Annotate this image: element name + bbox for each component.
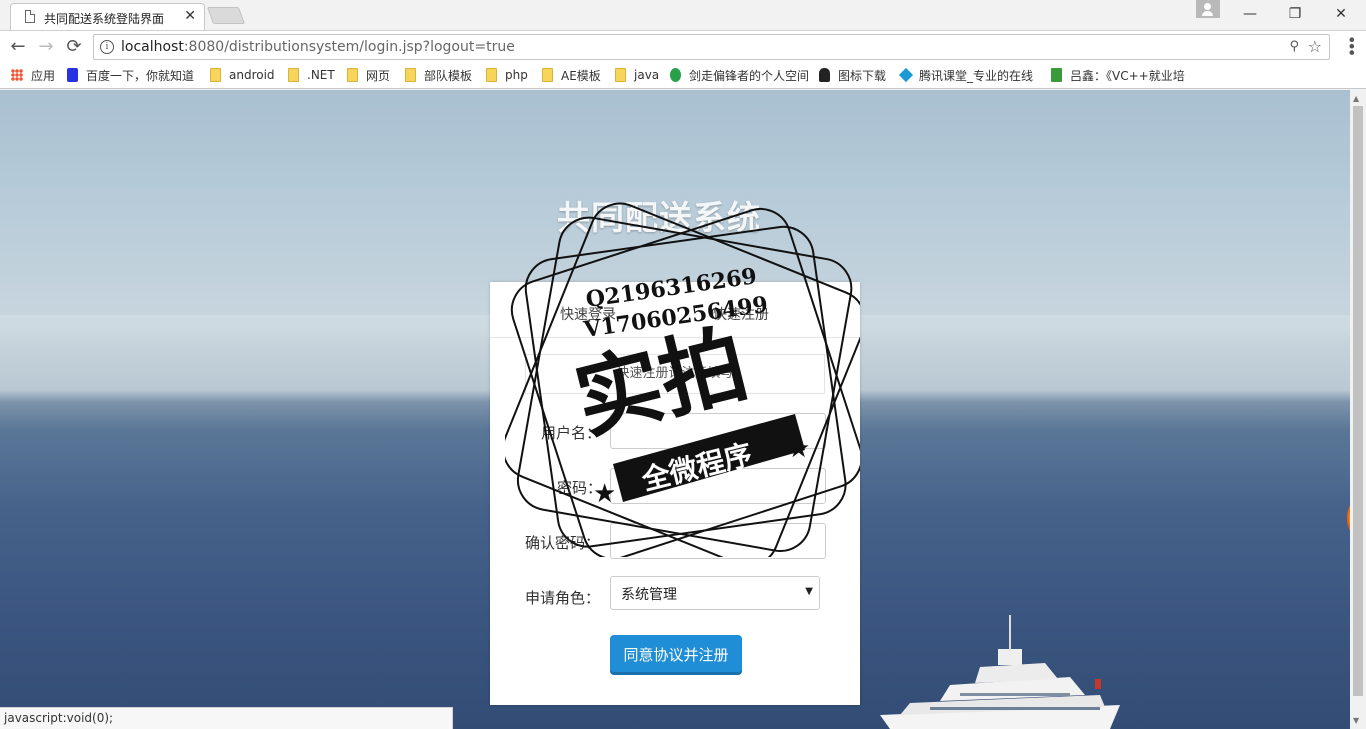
bookmark-star-icon[interactable]: ☆ [1308, 37, 1322, 56]
folder-icon [210, 68, 221, 82]
minimize-button[interactable]: — [1227, 0, 1273, 28]
role-select-value: 系统管理 [621, 587, 677, 603]
browser-tab[interactable]: 共同配送系统登陆界面 ✕ [10, 3, 205, 30]
browser-toolbar: ← → ⟳ i localhost:8080/distributionsyste… [0, 30, 1366, 62]
folder-icon [486, 68, 497, 82]
restore-button[interactable]: ❐ [1272, 0, 1318, 28]
role-select[interactable]: 系统管理 ▼ [610, 576, 820, 610]
bookmark-java[interactable]: java [615, 67, 659, 83]
back-button[interactable]: ← [6, 36, 30, 58]
yacht-image [880, 615, 1120, 729]
agree-register-button[interactable]: 同意协议并注册 [610, 635, 742, 675]
info-icon[interactable]: i [100, 40, 114, 54]
bookmark-web[interactable]: 网页 [347, 67, 390, 83]
close-tab-icon[interactable]: ✕ [184, 8, 196, 24]
bookmark-ae-templates[interactable]: AE模板 [542, 67, 601, 83]
folder-icon [542, 68, 553, 82]
bookmark-tencent-class[interactable]: 腾讯课堂_专业的在线 [898, 67, 1033, 83]
watermark-stamp: Q2196316269 V17060256499 实拍 全微程序 ★ ★ [505, 202, 860, 557]
bookmarks-bar: 应用 百度一下，你就知道 android .NET 网页 部队模板 php AE… [0, 62, 1366, 89]
star-icon: ★ [593, 479, 616, 509]
folder-icon [615, 68, 626, 82]
c-logo-icon [670, 68, 681, 82]
role-label: 申请角色： [525, 589, 601, 607]
pin-icon[interactable]: ⚲ [1289, 39, 1299, 54]
bookmark-php[interactable]: php [486, 67, 528, 83]
close-window-button[interactable]: ✕ [1318, 0, 1364, 28]
star-icon: ★ [787, 434, 810, 464]
penguin-icon [819, 68, 830, 82]
vertical-scrollbar[interactable]: ▲ ▼ [1350, 90, 1366, 729]
address-bar[interactable]: i localhost:8080/distributionsystem/logi… [93, 34, 1330, 60]
tencent-class-icon [898, 67, 914, 83]
bookmark-baidu[interactable]: 百度一下，你就知道 [67, 67, 194, 83]
new-tab-button[interactable] [206, 7, 246, 24]
forward-button[interactable]: → [34, 36, 58, 58]
folder-icon [405, 68, 416, 82]
bookmark-army-templates[interactable]: 部队模板 [405, 67, 472, 83]
book-icon [1051, 68, 1062, 82]
scrollbar-thumb[interactable] [1353, 106, 1363, 696]
folder-icon [288, 68, 299, 82]
bookmark-android[interactable]: android [210, 67, 275, 83]
apps-grid-icon [11, 69, 23, 81]
tab-title: 共同配送系统登陆界面 [44, 12, 165, 26]
page-icon [25, 10, 35, 23]
bookmark-vc-course[interactable]: 吕鑫：《VC++就业培 [1051, 67, 1185, 83]
bookmark-personal-space[interactable]: 剑走偏锋者的个人空间 [670, 67, 809, 83]
menu-icon[interactable]: ••• [1342, 35, 1361, 54]
bookmark-apps[interactable]: 应用 [11, 67, 55, 83]
reload-button[interactable]: ⟳ [62, 36, 86, 58]
bookmark-icon-download[interactable]: 图标下载 [819, 67, 886, 83]
url-text[interactable]: localhost:8080/distributionsystem/login.… [121, 39, 515, 55]
page-viewport: 共同配送系统 快速登录 快速注册 快速注册请注意填写 用户名： 密码： 确认密码… [0, 90, 1350, 729]
chevron-down-icon: ▼ [805, 586, 813, 597]
bookmark-dotnet[interactable]: .NET [288, 67, 335, 83]
status-bar: javascript:void(0); [0, 707, 453, 729]
profile-icon[interactable] [1196, 0, 1220, 18]
tab-strip: 共同配送系统登陆界面 ✕ — ❐ ✕ [0, 0, 1366, 30]
baidu-icon [67, 68, 78, 82]
folder-icon [347, 68, 358, 82]
